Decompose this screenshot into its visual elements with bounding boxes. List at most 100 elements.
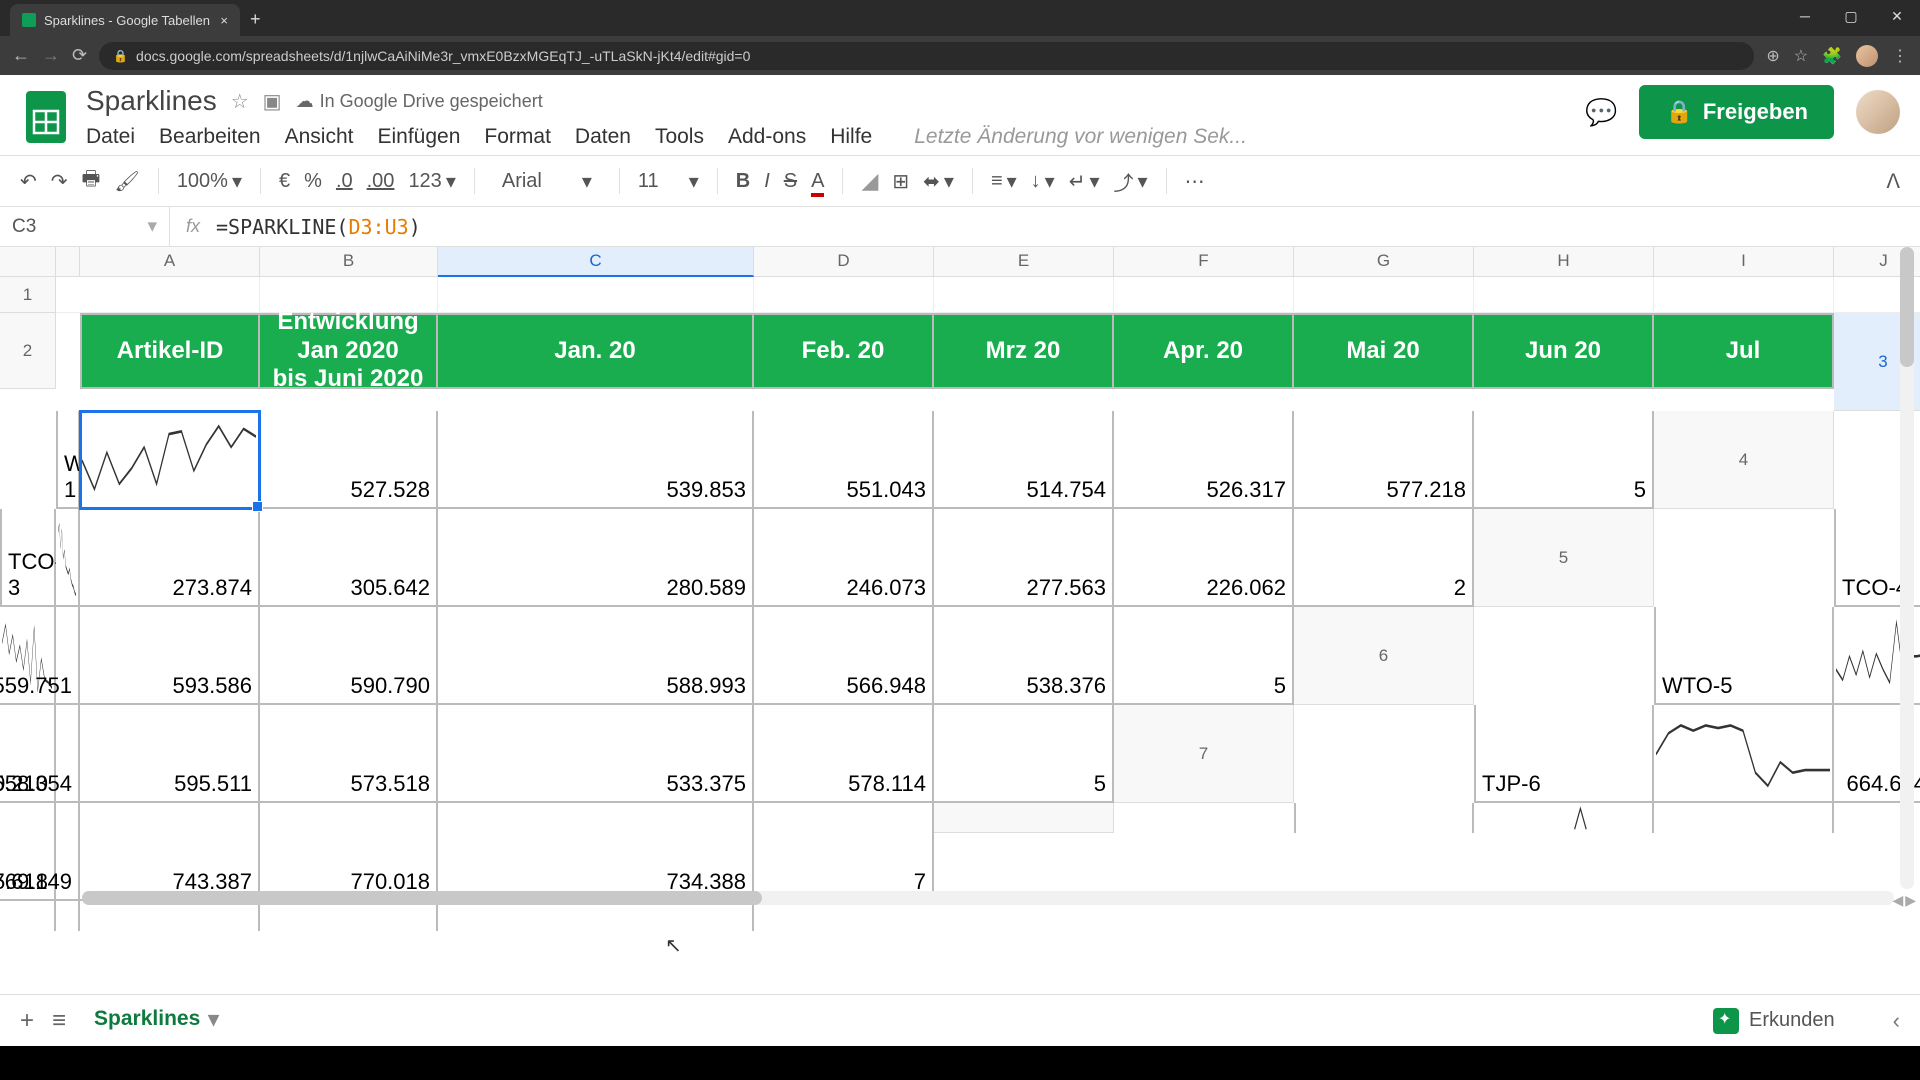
- chevron-down-icon: ▾: [1045, 169, 1055, 194]
- fill-color-button[interactable]: ◢: [861, 168, 878, 194]
- add-sheet-button[interactable]: +: [20, 1007, 34, 1035]
- drive-status[interactable]: ☁ In Google Drive gespeichert: [296, 91, 543, 112]
- menu-format[interactable]: Format: [484, 125, 551, 149]
- spreadsheet-grid[interactable]: ABCDEFGHIJ12Artikel-IDEntwicklung Jan 20…: [0, 247, 1920, 931]
- print-button[interactable]: 🖶: [82, 164, 101, 198]
- menu-datei[interactable]: Datei: [86, 125, 135, 149]
- comments-icon[interactable]: 💬: [1585, 97, 1617, 128]
- last-edit-text[interactable]: Letzte Änderung vor wenigen Sek...: [914, 125, 1247, 149]
- sheet-tab-active[interactable]: Sparklines ▾: [84, 995, 229, 1047]
- tab-title: Sparklines - Google Tabellen: [44, 13, 210, 28]
- chevron-down-icon: ▾: [582, 169, 592, 194]
- document-title[interactable]: Sparklines: [86, 85, 217, 117]
- merge-cells-button[interactable]: ⬌▾: [923, 169, 954, 194]
- font-family-select[interactable]: Arial▾: [493, 166, 601, 197]
- fx-icon: fx: [170, 216, 216, 237]
- browser-menu-icon[interactable]: ⋮: [1892, 46, 1908, 66]
- move-icon[interactable]: ▣: [263, 89, 282, 114]
- menu-bearbeiten[interactable]: Bearbeiten: [159, 125, 261, 149]
- percent-button[interactable]: %: [304, 170, 322, 193]
- sidebar-toggle-button[interactable]: ‹: [1893, 1008, 1900, 1034]
- url-text: docs.google.com/spreadsheets/d/1njlwCaAi…: [136, 48, 750, 64]
- chevron-down-icon: ▾: [147, 215, 157, 238]
- vertical-scrollbar[interactable]: [1900, 247, 1914, 889]
- toolbar: ↶ ↷ 🖶 🖌 100%▾ € % .0 .00 123▾ Arial▾ 11▾…: [0, 155, 1920, 207]
- address-bar[interactable]: 🔒 docs.google.com/spreadsheets/d/1njlwCa…: [99, 42, 1754, 70]
- extensions-icon[interactable]: 🧩: [1822, 46, 1842, 66]
- horizontal-align-button[interactable]: ≡▾: [991, 169, 1017, 194]
- number-format-select[interactable]: 123▾: [408, 169, 455, 194]
- scrollbar-thumb[interactable]: [82, 891, 762, 905]
- close-window-button[interactable]: ✕: [1874, 0, 1920, 32]
- italic-button[interactable]: I: [764, 170, 770, 193]
- taskbar-placeholder: [0, 1046, 1920, 1080]
- header-actions: 💬 🔒 Freigeben: [1585, 85, 1900, 139]
- tab-bar: Sparklines - Google Tabellen × +: [0, 0, 1920, 36]
- share-button[interactable]: 🔒 Freigeben: [1639, 85, 1834, 139]
- undo-button[interactable]: ↶: [20, 169, 37, 194]
- bookmark-icon[interactable]: ☆: [1794, 46, 1808, 66]
- menu-hilfe[interactable]: Hilfe: [830, 125, 872, 149]
- increase-decimals-button[interactable]: .00: [367, 170, 395, 193]
- currency-button[interactable]: €: [279, 170, 290, 193]
- font-size-select[interactable]: 11▾: [638, 169, 699, 194]
- menu-ansicht[interactable]: Ansicht: [285, 125, 354, 149]
- scroll-left-icon[interactable]: ◀: [1892, 892, 1903, 909]
- horizontal-scrollbar[interactable]: [82, 891, 1894, 905]
- name-box[interactable]: C3 ▾: [0, 207, 170, 246]
- window-controls: ─ ▢ ✕: [1782, 0, 1920, 32]
- paint-format-button[interactable]: 🖌: [114, 169, 139, 194]
- browser-actions: ⊕ ☆ 🧩 ⋮: [1766, 45, 1908, 67]
- browser-profile-avatar[interactable]: [1856, 45, 1878, 67]
- zoom-icon[interactable]: ⊕: [1766, 46, 1779, 66]
- collapse-toolbar-button[interactable]: ᐱ: [1886, 169, 1900, 194]
- formula-input[interactable]: =SPARKLINE(D3:U3): [216, 209, 421, 245]
- menu-addons[interactable]: Add-ons: [728, 125, 806, 149]
- chevron-down-icon: ▾: [1138, 169, 1148, 194]
- mouse-cursor: ↖: [665, 933, 682, 958]
- all-sheets-button[interactable]: ≡: [52, 1007, 66, 1035]
- reload-button[interactable]: ⟳: [72, 45, 87, 66]
- zoom-select[interactable]: 100%▾: [177, 169, 242, 194]
- star-icon[interactable]: ☆: [231, 89, 249, 114]
- back-button[interactable]: ←: [12, 45, 30, 66]
- close-tab-icon[interactable]: ×: [220, 13, 228, 28]
- chevron-down-icon: ▾: [1007, 169, 1017, 194]
- maximize-button[interactable]: ▢: [1828, 0, 1874, 32]
- scroll-right-icon[interactable]: ▶: [1905, 892, 1916, 909]
- text-wrap-button[interactable]: ↵▾: [1069, 169, 1100, 194]
- scrollbar-thumb[interactable]: [1900, 247, 1914, 367]
- chevron-down-icon: ▾: [446, 169, 456, 194]
- forward-button[interactable]: →: [42, 45, 60, 66]
- explore-button[interactable]: Erkunden: [1713, 1008, 1875, 1034]
- grid-area: ABCDEFGHIJ12Artikel-IDEntwicklung Jan 20…: [0, 247, 1920, 917]
- lock-icon: 🔒: [1665, 99, 1692, 125]
- minimize-button[interactable]: ─: [1782, 0, 1828, 32]
- chevron-down-icon: ▾: [208, 1007, 219, 1032]
- menu-tools[interactable]: Tools: [655, 125, 704, 149]
- menu-daten[interactable]: Daten: [575, 125, 631, 149]
- bold-button[interactable]: B: [736, 170, 750, 193]
- decrease-decimals-button[interactable]: .0: [336, 170, 353, 193]
- redo-button[interactable]: ↷: [51, 169, 68, 194]
- user-avatar[interactable]: [1856, 90, 1900, 134]
- strikethrough-button[interactable]: S: [784, 170, 797, 193]
- scroll-nav: ◀▶: [1892, 892, 1916, 909]
- menu-einfuegen[interactable]: Einfügen: [377, 125, 460, 149]
- text-rotation-button[interactable]: ⤴▾: [1114, 167, 1148, 196]
- more-toolbar-button[interactable]: ⋯: [1185, 169, 1205, 194]
- vertical-align-button[interactable]: ↓▾: [1031, 169, 1055, 194]
- address-bar-row: ← → ⟳ 🔒 docs.google.com/spreadsheets/d/1…: [0, 36, 1920, 75]
- text-color-button[interactable]: A: [811, 170, 824, 193]
- sheets-favicon: [22, 13, 36, 27]
- sheets-logo[interactable]: [20, 85, 72, 149]
- new-tab-button[interactable]: +: [240, 3, 271, 36]
- chevron-down-icon: ▾: [689, 169, 699, 194]
- browser-tab[interactable]: Sparklines - Google Tabellen ×: [10, 4, 240, 36]
- explore-icon: [1713, 1008, 1739, 1034]
- chevron-down-icon: ▾: [232, 169, 242, 194]
- formula-bar: C3 ▾ fx =SPARKLINE(D3:U3): [0, 207, 1920, 247]
- doc-info: Sparklines ☆ ▣ ☁ In Google Drive gespeic…: [86, 85, 1571, 149]
- sheet-tab-bar: + ≡ Sparklines ▾ Erkunden ‹: [0, 994, 1920, 1046]
- borders-button[interactable]: ⊞: [892, 169, 909, 194]
